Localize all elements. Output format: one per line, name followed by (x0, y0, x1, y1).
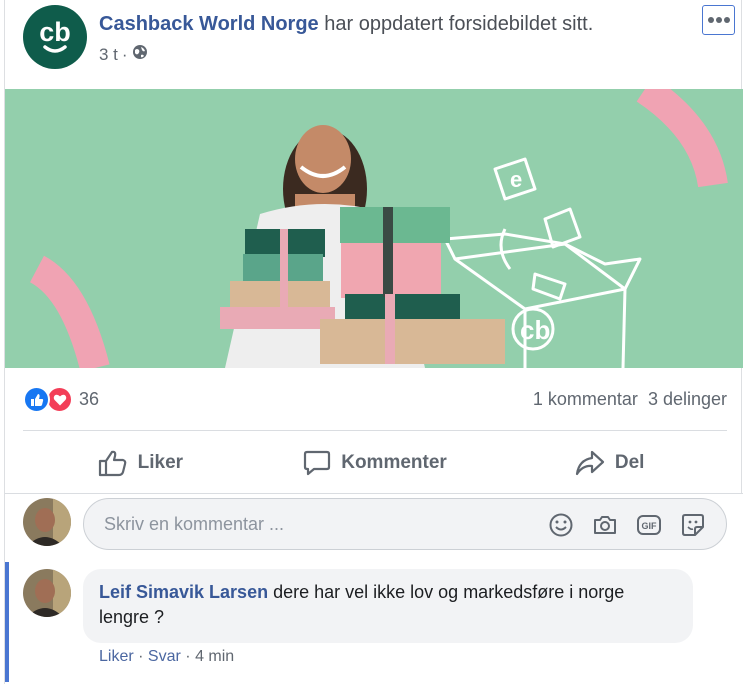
engagement-stats: 1 kommentar 3 delinger (533, 389, 727, 410)
comment-bubble: Leif Simavik Larsen dere har vel ikke lo… (83, 569, 693, 643)
comment-label: Kommenter (341, 452, 447, 473)
comment-like-link[interactable]: Liker (99, 648, 134, 665)
logo-text: cb (39, 17, 71, 47)
post-actions: Liker Kommenter Del (23, 440, 727, 486)
reactions-summary[interactable]: 36 (23, 386, 99, 413)
post-action-text: har oppdatert forsidebildet sitt. (324, 13, 594, 35)
comment-meta-dot: · (185, 648, 191, 665)
comment-section: Skriv en kommentar ... GIF Leif Simavik … (5, 493, 743, 684)
comment-icon (304, 450, 331, 476)
share-button[interactable]: Del (492, 440, 727, 486)
comment-meta-dot: · (138, 648, 144, 665)
meta-separator: · (121, 44, 128, 64)
svg-text:e: e (510, 167, 522, 192)
share-icon (575, 450, 604, 476)
thumbs-up-icon (98, 450, 126, 477)
cover-photo[interactable]: e cb (5, 89, 743, 368)
post-time[interactable]: 3 t (99, 45, 118, 65)
comments-count-link[interactable]: 1 kommentar (533, 389, 638, 410)
page-name-link[interactable]: Cashback World Norge (99, 13, 319, 35)
divider (23, 430, 727, 431)
reaction-count: 36 (79, 389, 100, 409)
post-title: Cashback World Norge har oppdatert forsi… (99, 12, 593, 36)
commenter-avatar[interactable] (23, 569, 71, 617)
share-label: Del (614, 452, 645, 473)
more-options-button[interactable] (702, 5, 735, 35)
gif-icon[interactable]: GIF (636, 512, 662, 538)
more-dots-icon (707, 17, 730, 23)
gif-label: GIF (642, 521, 658, 531)
post-meta: 3 t · (99, 44, 148, 65)
cashback-logo-icon: cb (39, 17, 71, 53)
page-avatar[interactable]: cb (23, 5, 87, 69)
like-label: Liker (137, 452, 184, 473)
globe-icon[interactable] (132, 44, 148, 65)
like-button[interactable]: Liker (23, 440, 258, 486)
svg-text:cb: cb (520, 315, 550, 345)
sticker-icon[interactable] (680, 512, 706, 538)
comment-input[interactable]: Skriv en kommentar ... GIF (83, 498, 727, 550)
comment-reply-link[interactable]: Svar (148, 648, 181, 665)
cover-illustration: e cb (29, 89, 728, 368)
camera-icon[interactable] (592, 512, 618, 538)
comment-input-placeholder: Skriv en kommentar ... (104, 514, 285, 534)
current-user-avatar[interactable] (23, 498, 71, 546)
comment-author-link[interactable]: Leif Simavik Larsen (99, 582, 268, 602)
like-icon (23, 386, 50, 413)
comment-meta: Liker · Svar · 4 min (99, 648, 234, 666)
comment-input-tools: GIF (548, 512, 706, 538)
love-icon (46, 386, 73, 413)
comment-button[interactable]: Kommenter (258, 440, 493, 486)
shares-count-link[interactable]: 3 delinger (648, 389, 727, 410)
comment-time[interactable]: 4 min (195, 648, 234, 665)
comment-thread-indicator (5, 562, 9, 682)
emoji-icon[interactable] (548, 512, 574, 538)
post-card: cb Cashback World Norge har oppdatert fo… (4, 0, 743, 684)
